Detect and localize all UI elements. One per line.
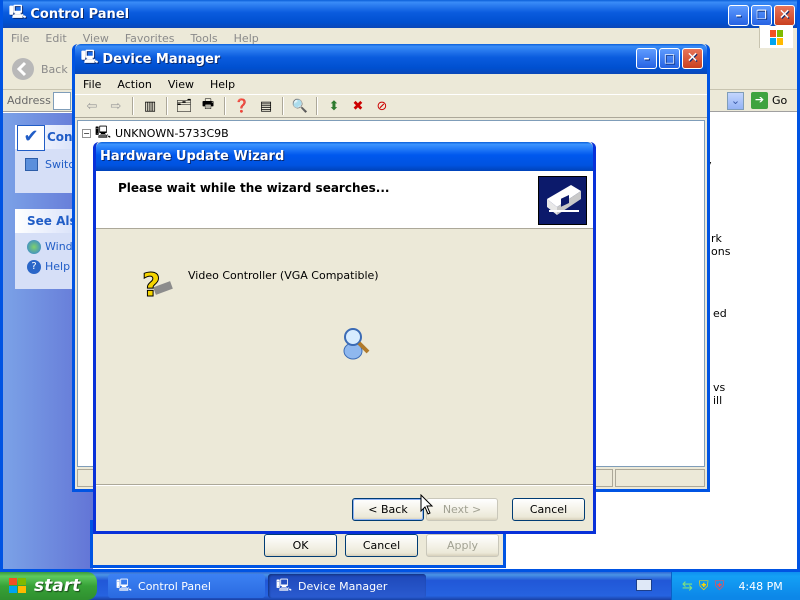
properties-icon[interactable]: 🗂 <box>173 96 195 116</box>
back-button[interactable]: Back <box>11 57 68 81</box>
dm-menubar: File Action View Help <box>75 74 707 94</box>
mouse-cursor-icon <box>420 493 434 519</box>
device-manager-task-icon: 🖳 <box>276 577 293 592</box>
help-icon[interactable]: ❓ <box>231 96 253 116</box>
switch-view-icon <box>25 158 38 171</box>
windows-logo <box>759 26 793 50</box>
show-hide-action-pane-icon[interactable]: ▤ <box>255 96 277 116</box>
network-icon[interactable]: ⇆ <box>682 579 693 594</box>
wizard-header: Please wait while the wizard searches... <box>96 171 593 229</box>
uninstall-icon[interactable]: ✖ <box>347 96 369 116</box>
right-fragment-3: ons <box>711 245 731 258</box>
go-arrow-icon: ➔ <box>751 92 768 109</box>
dm-maximize-button[interactable]: □ <box>659 48 680 69</box>
wizard-cancel-button[interactable]: Cancel <box>512 498 585 521</box>
computer-icon: 🖳 <box>95 125 112 139</box>
dm-toolbar: ⇦ ⇨ ▥ 🗂 🖶 ❓ ▤ 🔍 ⬍ ✖ ⊘ <box>75 94 707 118</box>
wizard-separator <box>96 484 593 486</box>
right-fragment-5: vs <box>713 381 726 394</box>
menu-view[interactable]: View <box>75 32 117 45</box>
dm-menu-file[interactable]: File <box>75 78 109 91</box>
dm-close-button[interactable]: ✕ <box>682 48 703 69</box>
computer-icon: 🖳 <box>81 50 99 65</box>
control-panel-titlebar[interactable]: 🖳 Control Panel – ❐ ✕ <box>3 0 797 28</box>
wizard-next-button[interactable]: Next > <box>426 498 498 521</box>
ok-button[interactable]: OK <box>264 534 337 557</box>
right-fragment-2: rk <box>711 232 722 245</box>
toolbar-separator <box>316 97 318 115</box>
status-pane-2 <box>615 469 705 487</box>
hardware-card-icon <box>538 176 587 225</box>
menu-tools[interactable]: Tools <box>183 32 226 45</box>
control-panel-check-icon: ✔ <box>17 125 45 151</box>
back-icon[interactable]: ⇦ <box>81 96 103 116</box>
keyboard-icon[interactable] <box>636 579 652 591</box>
right-fragment-4: ed <box>713 307 727 320</box>
taskbar: start 🖳 Control Panel 🖳 Device Manager ⇆… <box>0 572 800 600</box>
back-arrow-icon <box>12 58 34 80</box>
control-panel-icon: 🖳 <box>9 5 27 20</box>
properties-cancel-button[interactable]: Cancel <box>345 534 418 557</box>
wizard-heading: Please wait while the wizard searches... <box>118 181 390 195</box>
address-dropdown-button[interactable]: ⌄ <box>727 92 744 110</box>
device-manager-title: Device Manager <box>102 51 221 67</box>
windows-update-icon <box>27 240 41 254</box>
wizard-title: Hardware Update Wizard <box>100 149 285 164</box>
right-fragment-6: ill <box>713 394 723 407</box>
taskbar-device-manager[interactable]: 🖳 Device Manager <box>268 574 426 598</box>
menu-edit[interactable]: Edit <box>37 32 74 45</box>
scan-hardware-icon[interactable]: 🔍 <box>289 96 311 116</box>
hardware-update-wizard: Hardware Update Wizard Please wait while… <box>93 142 596 534</box>
wizard-titlebar[interactable]: Hardware Update Wizard <box>96 142 593 171</box>
minimize-button[interactable]: – <box>728 5 749 26</box>
wizard-back-button[interactable]: < Back <box>352 498 424 521</box>
forward-icon[interactable]: ⇨ <box>105 96 127 116</box>
tree-root[interactable]: − 🖳 UNKNOWN-5733C9B <box>82 123 229 144</box>
clock[interactable]: 4:48 PM <box>738 580 782 593</box>
dm-menu-help[interactable]: Help <box>202 78 243 91</box>
security-alert-icon[interactable]: ⛨ <box>715 579 725 594</box>
searching-animation-icon <box>341 325 371 364</box>
start-label: start <box>34 576 81 596</box>
toolbar-separator <box>224 97 226 115</box>
control-panel-title: Control Panel <box>30 6 130 22</box>
dm-menu-action[interactable]: Action <box>109 78 159 91</box>
windows-flag-icon <box>9 578 26 593</box>
toolbar-separator <box>132 97 134 115</box>
control-panel-task-icon: 🖳 <box>116 577 133 592</box>
collapse-icon[interactable]: − <box>82 129 91 138</box>
device-question-icon: ? <box>140 266 174 305</box>
go-label: Go <box>772 94 788 107</box>
apply-button[interactable]: Apply <box>426 534 499 557</box>
svg-text:?: ? <box>142 266 161 302</box>
device-name: Video Controller (VGA Compatible) <box>188 269 379 282</box>
start-button[interactable]: start <box>0 572 97 600</box>
menu-file[interactable]: File <box>3 32 37 45</box>
restore-button[interactable]: ❐ <box>751 5 772 26</box>
address-field[interactable] <box>53 92 71 110</box>
system-tray: ⇆ ⛨ ⛨ 4:48 PM <box>671 572 800 600</box>
show-hide-tree-icon[interactable]: ▥ <box>139 96 161 116</box>
taskbar-control-panel[interactable]: 🖳 Control Panel <box>108 574 265 598</box>
device-manager-titlebar[interactable]: 🖳 Device Manager – □ ✕ <box>75 44 707 74</box>
tree-root-label: UNKNOWN-5733C9B <box>115 127 229 140</box>
address-label: Address <box>7 94 51 107</box>
menu-favorites[interactable]: Favorites <box>117 32 183 45</box>
menu-help[interactable]: Help <box>226 32 267 45</box>
back-label: Back <box>41 62 68 76</box>
close-button[interactable]: ✕ <box>774 5 795 26</box>
print-icon[interactable]: 🖶 <box>197 96 219 116</box>
go-button[interactable]: ➔ Go <box>751 92 787 109</box>
disable-icon[interactable]: ⊘ <box>371 96 393 116</box>
help-icon: ? <box>27 260 41 274</box>
dm-minimize-button[interactable]: – <box>636 48 657 69</box>
toolbar-separator <box>166 97 168 115</box>
update-driver-icon[interactable]: ⬍ <box>323 96 345 116</box>
dm-menu-view[interactable]: View <box>160 78 202 91</box>
security-shield-icon[interactable]: ⛨ <box>699 579 709 594</box>
toolbar-separator <box>282 97 284 115</box>
